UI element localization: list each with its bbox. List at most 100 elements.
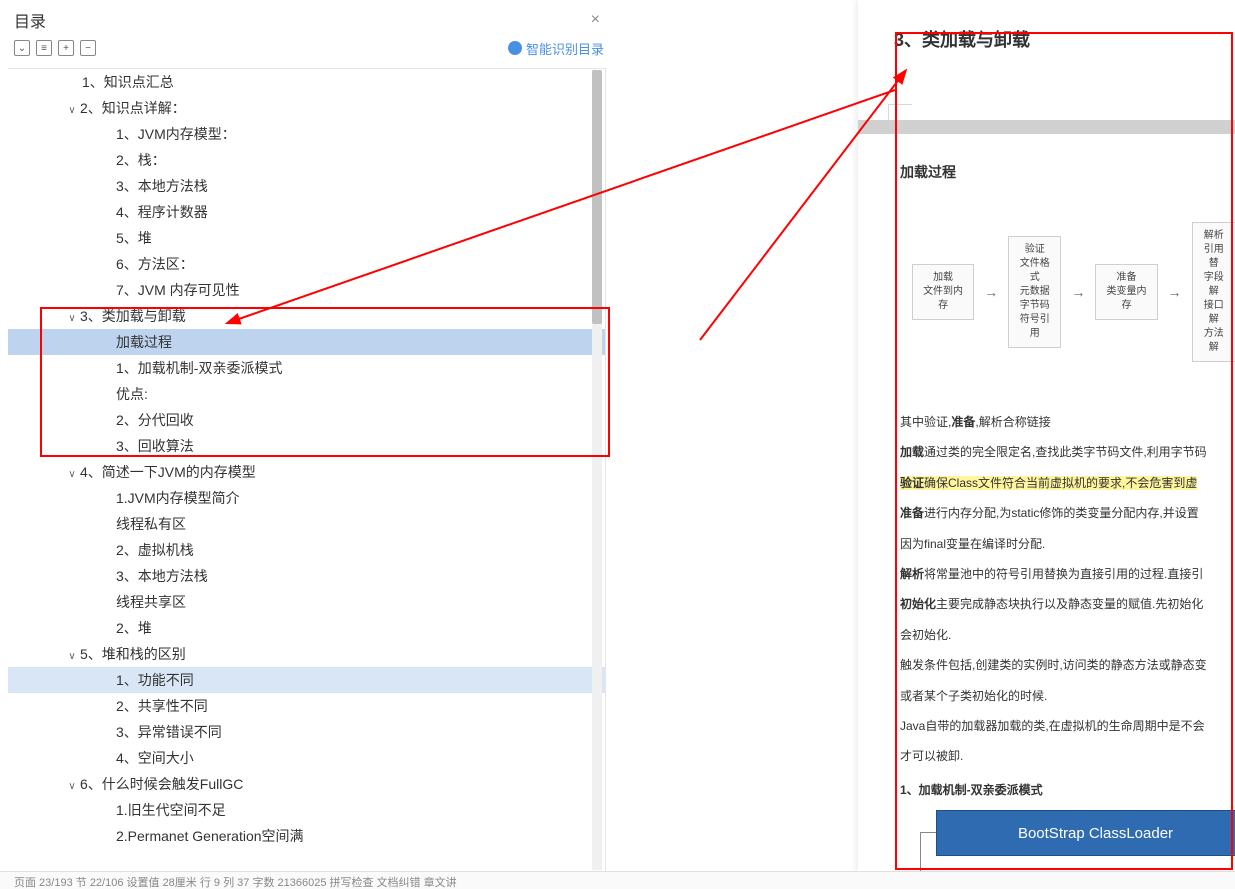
diag-sub: 字段解	[1201, 271, 1227, 299]
tree-item-label: 3、回收算法	[116, 438, 194, 454]
toolbar-left: ⌄ ≡ + −	[14, 40, 96, 56]
add-button[interactable]: +	[58, 40, 74, 56]
tree-item[interactable]: 1.旧生代空间不足	[8, 797, 605, 823]
tree-item[interactable]: 7、JVM 内存可见性	[8, 277, 605, 303]
tree-item[interactable]: 2、堆	[8, 615, 605, 641]
tree-item[interactable]: 1.JVM内存模型简介	[8, 485, 605, 511]
tree-item-label: 3、类加载与卸载	[80, 308, 186, 324]
diag-sub: 方法解	[1201, 327, 1227, 355]
ai-icon	[508, 41, 522, 55]
tree-item[interactable]: 4、程序计数器	[8, 199, 605, 225]
diag-sub: 字节码	[1017, 299, 1052, 313]
para: 会初始化.	[900, 625, 1235, 645]
para-highlighted: 验证确保Class文件符合当前虚拟机的要求,不会危害到虚	[900, 473, 1235, 493]
outline-tree: 1、知识点汇总 ∨2、知识点详解： 1、JVM内存模型： 2、栈： 3、本地方法栈 4、程…	[0, 64, 618, 872]
tree-item-label: 1.JVM内存模型简介	[116, 490, 240, 506]
doc-subheading: 加载过程	[900, 162, 1235, 182]
arrow-icon: →	[1071, 284, 1085, 300]
tree-item[interactable]: 3、回收算法	[8, 433, 605, 459]
panel-header: 目录 ×	[0, 0, 618, 36]
expand-one-button[interactable]: ≡	[36, 40, 52, 56]
sub-heading: 1、加载机制-双亲委派模式	[900, 781, 1235, 798]
remove-button[interactable]: −	[80, 40, 96, 56]
diag-box-load: 加载 文件到内存	[912, 264, 974, 320]
para: 或者某个子类初始化的时候.	[900, 686, 1235, 706]
tree-item-label: 3、本地方法栈	[116, 178, 208, 194]
tree-item[interactable]: 线程共享区	[8, 589, 605, 615]
tree-item[interactable]: 加载过程	[8, 329, 605, 355]
doc-heading: 3、类加载与卸载	[894, 26, 1235, 52]
tree-item[interactable]: ∨4、简述一下JVM的内存模型	[8, 459, 605, 485]
tree-item-label: 2.Permanet Generation空间满	[116, 828, 304, 844]
tree-item[interactable]: 优点:	[8, 381, 605, 407]
diag-sub: 符号引用	[1017, 313, 1052, 341]
tree-item[interactable]: 3、本地方法栈	[8, 173, 605, 199]
para: 加载通过类的完全限定名,查找此类字节码文件,利用字节码	[900, 442, 1235, 462]
tree-item-label: 6、什么时候会触发FullGC	[80, 776, 243, 792]
tree-item[interactable]: 2、虚拟机栈	[8, 537, 605, 563]
tree-item-label: 1、JVM内存模型：	[116, 126, 236, 142]
tree-item-label: 6、方法区：	[116, 256, 194, 272]
tree-item-label: 2、共享性不同	[116, 698, 208, 714]
tree-item[interactable]: 2.Permanet Generation空间满	[8, 823, 605, 849]
tree-item[interactable]: 5、堆	[8, 225, 605, 251]
diag-box-prepare: 准备 类变量内存	[1095, 264, 1157, 320]
arrow-icon: →	[984, 284, 998, 300]
arrow-icon: →	[1168, 284, 1182, 300]
tree-item-label: 1、知识点汇总	[82, 74, 174, 90]
diag-sub: 文件格式	[1017, 257, 1052, 285]
tree-item[interactable]: 3、异常错误不同	[8, 719, 605, 745]
tree-item[interactable]: ∨2、知识点详解：	[8, 95, 605, 121]
tree-item[interactable]: 1、知识点汇总	[8, 69, 605, 95]
para: 其中验证,准备,解析合称链接	[900, 412, 1235, 432]
loading-flow-diagram: 加载 文件到内存 → 验证 文件格式 元数据 字节码 符号引用 → 准备 类变量…	[912, 222, 1235, 362]
tree-item-label: 3、异常错误不同	[116, 724, 222, 740]
middle-gap	[618, 0, 858, 889]
tree-item[interactable]: 1、加载机制-双亲委派模式	[8, 355, 605, 381]
tree-item-label: 线程共享区	[116, 594, 186, 610]
tree-item[interactable]: 6、方法区：	[8, 251, 605, 277]
doc-content: 3、类加载与卸载 加载过程 加载 文件到内存 → 验证 文件格式 元数据 字节码…	[858, 0, 1235, 889]
diag-box-verify: 验证 文件格式 元数据 字节码 符号引用	[1008, 236, 1061, 348]
para: 初始化主要完成静态块执行以及静态变量的赋值.先初始化	[900, 594, 1235, 614]
tree-item-label: 5、堆	[116, 230, 152, 246]
tree-item[interactable]: 2、栈：	[8, 147, 605, 173]
tree-item-label: 4、空间大小	[116, 750, 194, 766]
para: 解析将常量池中的符号引用替换为直接引用的过程.直接引	[900, 564, 1235, 584]
collapse-all-button[interactable]: ⌄	[14, 40, 30, 56]
diag-sub: 接口解	[1201, 299, 1227, 327]
tree-item-label: 优点:	[116, 386, 148, 402]
scrollbar-thumb[interactable]	[592, 70, 602, 324]
tree-item-label: 4、简述一下JVM的内存模型	[80, 464, 256, 480]
tree-item[interactable]: 3、本地方法栈	[8, 563, 605, 589]
para: 触发条件包括,创建类的实例时,访问类的静态方法或静态变	[900, 655, 1235, 675]
tree-item-label: 1、加载机制-双亲委派模式	[116, 360, 282, 376]
para: 准备进行内存分配,为static修饰的类变量分配内存,并设置	[900, 503, 1235, 523]
tree-item-label: 1.旧生代空间不足	[116, 802, 226, 818]
outline-toolbar: ⌄ ≡ + − 智能识别目录	[0, 36, 618, 62]
diag-sub: 元数据	[1017, 285, 1052, 299]
tree-item[interactable]: ∨3、类加载与卸载	[8, 303, 605, 329]
diag-sub: 文件到内存	[921, 285, 965, 313]
diag-title: 准备	[1104, 271, 1148, 285]
tree-item[interactable]: 1、JVM内存模型：	[8, 121, 605, 147]
tree-item[interactable]: 2、共享性不同	[8, 693, 605, 719]
tree-item-label: 线程私有区	[116, 516, 186, 532]
tree-item[interactable]: ∨6、什么时候会触发FullGC	[8, 771, 605, 797]
tree-item-label: 2、虚拟机栈	[116, 542, 194, 558]
close-icon[interactable]: ×	[587, 11, 604, 29]
smart-recognize-button[interactable]: 智能识别目录	[508, 39, 604, 58]
bootstrap-loader-box: BootStrap ClassLoader	[936, 810, 1235, 856]
tree-item[interactable]: 线程私有区	[8, 511, 605, 537]
tree-item-label: 3、本地方法栈	[116, 568, 208, 584]
tree-scroll[interactable]: 1、知识点汇总 ∨2、知识点详解： 1、JVM内存模型： 2、栈： 3、本地方法栈 4、程…	[8, 68, 606, 872]
tree-item-label: 加载过程	[116, 334, 172, 350]
section-separator	[858, 120, 1235, 134]
para: 因为final变量在编译时分配.	[900, 534, 1235, 554]
tree-item-label: 2、知识点详解：	[80, 100, 186, 116]
tree-item[interactable]: 4、空间大小	[8, 745, 605, 771]
tree-item[interactable]: 1、功能不同	[8, 667, 605, 693]
tree-item[interactable]: ∨5、堆和栈的区别	[8, 641, 605, 667]
tree-item-label: 2、堆	[116, 620, 152, 636]
tree-item[interactable]: 2、分代回收	[8, 407, 605, 433]
